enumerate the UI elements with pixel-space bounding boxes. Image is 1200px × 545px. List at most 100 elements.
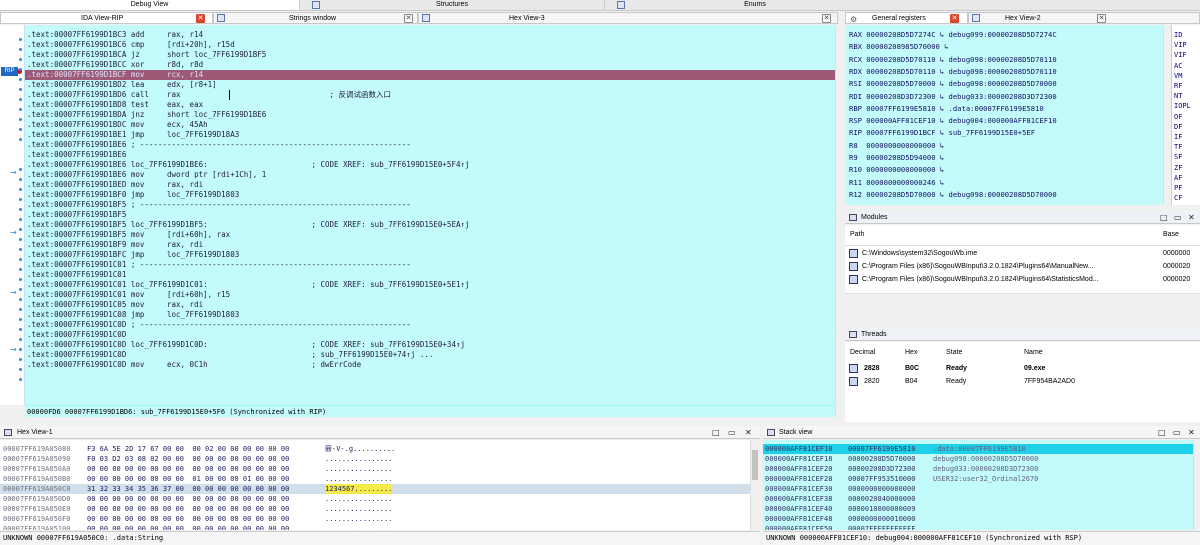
flag-item[interactable]: VIP [1174,40,1187,50]
stack-row[interactable]: 000000AFF81CEF30 0000000000000000 [763,484,1193,494]
disasm-line[interactable]: .text:00007FF6199D1BE6 mov dword ptr [rd… [27,170,266,180]
breakpoint-slot[interactable] [19,188,22,191]
disasm-line[interactable]: .text:00007FF6199D1BCA jz short loc_7FF6… [27,50,266,60]
tab-enums[interactable]: Enums [605,0,905,10]
disasm-line[interactable]: .text:00007FF6199D1BF5 ; ---------------… [27,200,411,210]
breakpoint-slot[interactable] [19,318,22,321]
register-row[interactable]: R8 0000000000000000 ↳ [849,141,944,151]
disasm-line[interactable]: .text:00007FF6199D1BF5 mov [rdi+60h], ra… [27,230,230,240]
disasm-line[interactable]: .text:00007FF6199D1BC3 add rax, r14 [27,30,203,40]
disasm-line[interactable]: .text:00007FF6199D1C0D ; sub_7FF6199D15E… [27,350,433,360]
module-row[interactable]: C:\Windows\system32\SogouWb.ime 0000000 [845,247,1200,260]
flag-item[interactable]: ZF [1174,163,1182,173]
breakpoint-slot[interactable] [19,178,22,181]
breakpoint-slot[interactable] [19,358,22,361]
thread-row[interactable]: 2828 B0C Ready 09.exe [845,362,1200,375]
threads-col-hex[interactable]: Hex [905,349,917,356]
tab-strings-window[interactable]: Strings window ✕ [213,12,418,24]
hex-view-1[interactable]: 00007FF619A05080 F3 6A 5E 2D 17 67 00 00 … [0,440,750,530]
registers-scrollbar[interactable] [1163,25,1169,205]
stack-view[interactable]: 000000AFF81CEF10 00007FF6199E5810 .data:00… [763,440,1193,530]
register-row[interactable]: R10 0000000000000000 ↳ [849,165,944,175]
registers-view[interactable]: RAX 00000208D5D7274C ↳ debug099:00000208… [845,25,1163,205]
tab-ida-view-rip[interactable]: IDA View-RIP ✕ [0,12,213,24]
breakpoint-slot[interactable] [19,378,22,381]
breakpoint-slot[interactable] [19,298,22,301]
tab-hex-view-3[interactable]: Hex View-3 ✕ [418,12,838,24]
disasm-line[interactable]: .text:00007FF6199D1BF0 jmp loc_7FF6199D1… [27,190,239,200]
hex-row[interactable]: 00007FF619A05080 F3 6A 5E 2D 17 67 00 00 … [0,444,750,454]
close-icon[interactable]: ✕ [1188,428,1195,438]
disasm-line[interactable]: .text:00007FF6199D1BE6 loc_7FF6199D1BE6:… [27,160,470,170]
stack-row[interactable]: 000000AFF81CEF38 0000020840000000 [763,494,1193,504]
register-row[interactable]: RCX 00000208D5D70110 ↳ debug098:00000208… [849,55,1057,65]
breakpoint-slot[interactable] [19,98,22,101]
threads-col-decimal[interactable]: Decimal [850,349,875,356]
flags-view[interactable]: ID VIP VIF AC VM RF NT IOPL OF DF IF TF SF ZF AF PF CF [1171,25,1200,205]
breakpoint-slot[interactable] [19,208,22,211]
flag-item[interactable]: RF [1174,81,1182,91]
hex-row[interactable]: 00007FF619A050A0 00 00 00 00 00 00 00 00 … [0,464,750,474]
flag-item[interactable]: SF [1174,152,1182,162]
breakpoint-slot[interactable] [19,68,22,71]
breakpoint-slot[interactable] [19,368,22,371]
hex-row[interactable]: 00007FF619A050D0 00 00 00 00 00 00 00 00 … [0,494,750,504]
flag-item[interactable]: NT [1174,91,1182,101]
close-icon[interactable]: ✕ [950,14,959,23]
disasm-line[interactable]: .text:00007FF6199D1C0D loc_7FF6199D1C0D:… [27,340,465,350]
disasm-line[interactable]: .text:00007FF6199D1C01 [27,270,126,280]
hex-row[interactable]: 00007FF619A050C0 31 32 33 34 35 36 37 00 … [0,484,750,494]
breakpoint-slot[interactable] [19,278,22,281]
breakpoint-slot[interactable] [19,258,22,261]
register-row[interactable]: RSP 000000AFF81CEF10 ↳ debug004:000000AF… [849,116,1057,126]
disasm-line[interactable]: .text:00007FF6199D1C0D mov ecx, 0C1h ; d… [27,360,361,370]
flag-item[interactable]: IF [1174,132,1182,142]
flag-item[interactable]: IOPL [1174,101,1191,111]
disasm-line[interactable]: .text:00007FF6199D1BE6 [27,150,126,160]
register-row[interactable]: RBX 00000208985D70000 ↳ [849,42,949,52]
disasm-scrollbar[interactable] [835,25,843,417]
restore-icon[interactable]: ▭ [728,428,736,438]
breakpoint-slot[interactable] [19,78,22,81]
stack-row[interactable]: 000000AFF81CEF20 00000208D3D72300 debug033… [763,464,1193,474]
flag-item[interactable]: TF [1174,142,1182,152]
flag-item[interactable]: AC [1174,61,1182,71]
breakpoint-slot[interactable] [19,128,22,131]
disasm-line[interactable]: .text:00007FF6199D1BD6 call rax ; 反调试函数入… [27,90,391,100]
disasm-line[interactable]: .text:00007FF6199D1C01 loc_7FF6199D1C01:… [27,280,470,290]
threads-col-state[interactable]: State [946,349,962,356]
disasm-view[interactable]: .text:00007FF6199D1BC3 add rax, r14 .text… [25,25,835,405]
tab-debug-view[interactable]: Debug View [0,0,300,10]
disasm-line[interactable]: .text:00007FF6199D1BE1 jmp loc_7FF6199D1… [27,130,239,140]
flag-item[interactable]: CF [1174,193,1182,203]
breakpoint-slot[interactable] [19,308,22,311]
breakpoint-slot[interactable] [19,348,22,351]
close-icon[interactable]: ✕ [196,14,205,23]
breakpoint-slot[interactable] [19,238,22,241]
disasm-line[interactable]: .text:00007FF6199D1BC6 cmp [rdi+20h], r1… [27,40,235,50]
restore-icon[interactable]: ▭ [1174,213,1182,223]
disasm-line[interactable]: .text:00007FF6199D1BF5 loc_7FF6199D1BF5:… [27,220,470,230]
disasm-line[interactable]: .text:00007FF6199D1BFC jmp loc_7FF6199D1… [27,250,239,260]
register-row[interactable]: RBP 00007FF6199E5810 ↳ .data:00007FF6199… [849,104,1044,114]
flag-item[interactable]: VM [1174,71,1182,81]
disasm-line[interactable]: .text:00007FF6199D1BF5 [27,210,126,220]
flag-item[interactable]: ID [1174,30,1182,40]
close-icon[interactable]: ✕ [1097,14,1106,23]
breakpoint-slot[interactable] [19,268,22,271]
stack-row[interactable]: 000000AFF81CEF28 00007FF953510000 USER32:u… [763,474,1193,484]
stack-row[interactable]: 000000AFF81CEF18 00000208D5D70000 debug098… [763,454,1193,464]
modules-col-base[interactable]: Base [1163,231,1179,238]
disasm-line[interactable]: .text:00007FF6199D1BDA jnz short loc_7FF… [27,110,266,120]
disasm-line[interactable]: .text:00007FF6199D1C01 mov [rdi+60h], r1… [27,290,230,300]
stack-row[interactable]: 000000AFF81CEF40 0000010000000009 [763,504,1193,514]
hex-view-scrollbar[interactable] [750,440,759,530]
breakpoint-slot[interactable] [19,328,22,331]
tab-structures[interactable]: Structures [300,0,605,10]
maximize-icon[interactable]: □ [1158,428,1166,438]
close-icon[interactable]: ✕ [1188,213,1195,223]
hex-row[interactable]: 00007FF619A05090 F0 03 D2 03 08 02 00 00 … [0,454,750,464]
disasm-line[interactable]: .text:00007FF6199D1BD2 lea edx, [r8+1] [27,80,217,90]
restore-icon[interactable]: ▭ [1173,428,1181,438]
flag-item[interactable]: PF [1174,183,1182,193]
